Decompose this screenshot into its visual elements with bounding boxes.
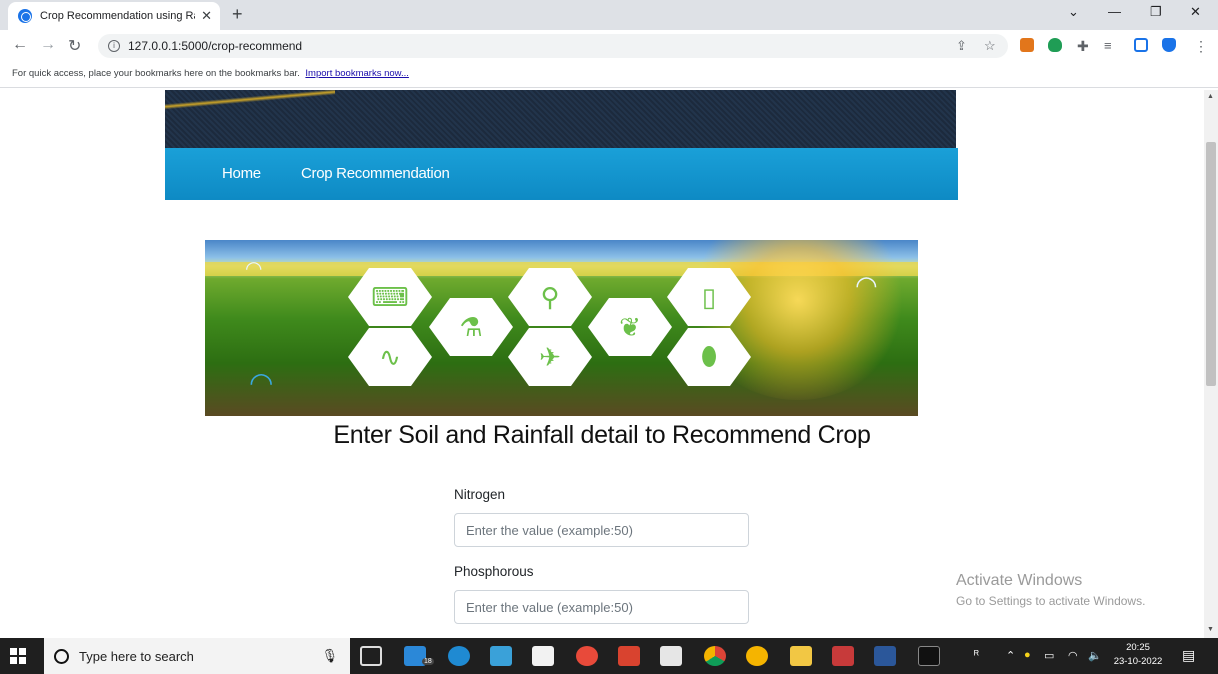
star-icon[interactable]: ☆ [984,38,996,54]
close-tab-icon[interactable]: ✕ [201,8,212,24]
back-icon[interactable]: ← [12,36,28,54]
norton-icon[interactable]: ● [1024,649,1031,661]
terminal-icon[interactable] [918,646,940,666]
file-explorer-icon[interactable] [790,646,812,666]
shopping-bag-icon[interactable] [532,646,554,666]
mail-badge: 18 [422,658,434,665]
magnifier-icon: ⚲ [508,268,592,326]
url-text[interactable]: 127.0.0.1:5000/crop-recommend [128,39,302,53]
sidebar-icon[interactable] [1134,38,1148,52]
notification-icon[interactable]: ▤ [1182,647,1195,664]
laptop-chart-icon: ⌨ [348,268,432,326]
clock-time: 20:25 [1126,642,1150,653]
browser-tab[interactable]: Crop Recommendation using Ra ✕ [8,2,220,30]
app-icon[interactable] [746,646,768,666]
browser-toolbar: ← → ↻ i 127.0.0.1:5000/crop-recommend ⇪ … [0,30,1218,62]
browser-menu-icon[interactable]: ⋮ [1194,38,1208,55]
cortana-icon [54,648,69,664]
puzzle-icon[interactable]: ✚ [1077,38,1089,55]
tab-title: Crop Recommendation using Ra [40,10,196,22]
store-app-icon[interactable] [490,646,512,666]
activate-windows-title: Activate Windows [956,572,1083,589]
taskbar-search-box[interactable]: Type here to search 🎙 [44,638,350,674]
scrollbar-thumb[interactable] [1206,142,1216,386]
word-icon[interactable] [874,646,896,666]
page-title: Enter Soil and Rainfall detail to Recomm… [333,421,871,449]
nitrogen-input[interactable] [454,513,749,547]
flask-icon: ⚗ [429,298,513,356]
file-icon[interactable] [660,646,682,666]
new-tab-button[interactable]: + [232,4,243,25]
page-scrollbar[interactable]: ▲ ▼ [1204,90,1218,638]
reload-icon[interactable]: ↻ [68,36,81,56]
windows-start-icon[interactable] [10,648,26,664]
share-icon[interactable]: ⇪ [956,38,967,54]
nav-home-link[interactable]: Home [222,165,261,182]
bookmarks-bar: For quick access, place your bookmarks h… [0,62,1218,88]
restore-icon[interactable]: ❐ [1150,4,1162,20]
smart-farming-banner: ◠ ◠ ◠ ⌨ ∿ ⚗ ⚲ ✈ ❦ ▯ ⬮ [205,240,918,416]
page-viewport: Home Crop Recommendation ◠ ◠ ◠ ⌨ ∿ ⚗ ⚲ ✈… [0,90,1204,638]
battery-icon[interactable]: ▭ [1044,649,1054,662]
scroll-up-icon[interactable]: ▲ [1207,93,1214,100]
site-navbar: Home Crop Recommendation [165,148,958,200]
sprout-icon: ❦ [588,298,672,356]
wifi-tray-icon[interactable]: ◠ [1068,649,1078,662]
wifi-icon: ◠ [855,270,878,300]
nitrogen-label: Nitrogen [454,487,506,502]
bookmarks-prompt: For quick access, place your bookmarks h… [12,68,300,79]
drone-icon: ✈ [508,328,592,386]
app-icon[interactable] [832,646,854,666]
forward-icon[interactable]: → [40,36,56,54]
system-clock[interactable]: 20:25 23-10-2022 [1110,641,1166,669]
pulse-icon: ∿ [348,328,432,386]
taskbar-search-placeholder: Type here to search [79,648,194,664]
close-window-icon[interactable]: ✕ [1190,4,1201,20]
app-icon[interactable] [618,646,640,666]
wifi-icon: ◠ [245,258,263,280]
shield-icon[interactable] [1048,38,1062,52]
scroll-down-icon[interactable]: ▼ [1207,626,1214,633]
globe-icon [18,9,32,23]
light-streak [165,90,335,110]
wifi-icon: ◠ [249,367,274,398]
info-icon[interactable]: i [108,40,120,52]
import-bookmarks-link[interactable]: Import bookmarks now... [305,68,408,79]
guard-icon[interactable] [1162,38,1176,52]
edge-icon[interactable] [448,646,470,666]
clock-date: 23-10-2022 [1113,656,1163,667]
nav-crop-recommendation-link[interactable]: Crop Recommendation [301,165,450,182]
volume-icon[interactable]: 🔈 [1088,649,1102,662]
app-icon[interactable] [576,646,598,666]
windows-taskbar: Type here to search 🎙 18 ᴿ ⌃ ● ▭ ◠ 🔈 20:… [0,638,1218,674]
task-view-icon[interactable] [360,646,382,666]
tab-search-icon[interactable]: ⌄ [1068,4,1079,20]
chrome-icon[interactable] [704,646,726,666]
phosphorous-input[interactable] [454,590,749,624]
address-bar[interactable]: i 127.0.0.1:5000/crop-recommend [98,34,1008,58]
microphone-icon[interactable]: 🎙 [321,648,338,664]
people-icon[interactable]: ᴿ [974,649,979,661]
minimize-icon[interactable]: — [1108,4,1121,19]
metamask-icon[interactable] [1020,38,1034,52]
tab-bar: Crop Recommendation using Ra ✕ + ⌄ — ❐ ✕ [0,0,1218,30]
phosphorous-label: Phosphorous [454,564,534,579]
reading-list-icon[interactable]: ≡ [1104,38,1112,53]
header-banner-image [165,90,956,148]
chevron-up-icon[interactable]: ⌃ [1006,649,1015,662]
activate-windows-subtitle: Go to Settings to activate Windows. [956,594,1146,608]
